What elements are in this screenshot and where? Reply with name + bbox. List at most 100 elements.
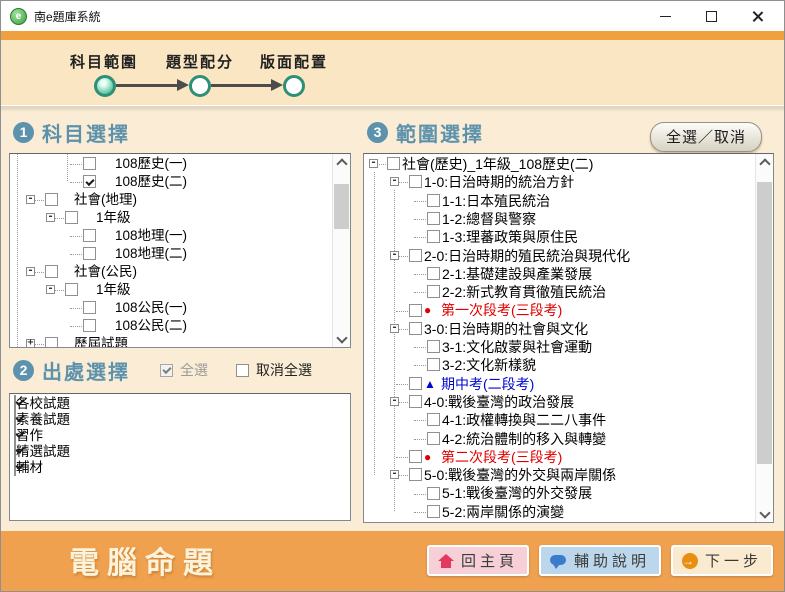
checkbox[interactable] [427, 285, 440, 298]
tree-label[interactable]: 5-0:戰後臺灣的外交與兩岸關係 [424, 466, 616, 484]
checkbox[interactable] [409, 249, 422, 262]
checkbox[interactable] [427, 432, 440, 445]
expand-icon[interactable]: + [26, 339, 35, 348]
tree-row[interactable]: 3-2:文化新樣貌 [364, 356, 755, 374]
checkbox[interactable] [427, 267, 440, 280]
checkbox[interactable] [409, 450, 422, 463]
checkbox[interactable] [409, 468, 422, 481]
checkbox[interactable] [427, 340, 440, 353]
checkbox[interactable] [45, 265, 58, 278]
tree-row[interactable]: 108地理(二) [10, 245, 332, 263]
tree-row[interactable]: -1年級 [10, 281, 332, 299]
checkbox[interactable] [83, 175, 96, 188]
tree-label[interactable]: 2-1:基礎建設與產業發展 [442, 265, 592, 283]
checkbox[interactable] [427, 212, 440, 225]
tree-row[interactable]: 108公民(二) [10, 317, 332, 335]
tree-label[interactable]: 108地理(一) [115, 227, 187, 245]
tree-row[interactable]: 5-1:戰後臺灣的外交發展 [364, 484, 755, 502]
scroll-down-icon[interactable] [756, 506, 773, 522]
tree-label[interactable]: 5-2:兩岸關係的演變 [442, 503, 564, 521]
collapse-icon[interactable]: - [46, 213, 55, 222]
next-step-button[interactable]: → 下一步 [671, 545, 773, 576]
tree-row[interactable]: 5-2:兩岸關係的演變 [364, 503, 755, 521]
tree-label[interactable]: 1-3:理蕃政策與原住民 [442, 228, 578, 246]
collapse-icon[interactable]: - [390, 251, 399, 260]
tree-label[interactable]: 3-2:文化新樣貌 [442, 356, 536, 374]
list-item[interactable]: 輔材 [14, 460, 346, 476]
tree-label[interactable]: 期中考(二段考) [441, 375, 534, 393]
tree-label[interactable]: 108公民(一) [115, 299, 187, 317]
tree-row[interactable]: 108歷史(二) [10, 173, 332, 191]
checkbox[interactable] [45, 337, 58, 348]
tree-label[interactable]: 3-1:文化啟蒙與社會運動 [442, 338, 592, 356]
checkbox[interactable] [409, 395, 422, 408]
tree-label[interactable]: 108地理(二) [115, 245, 187, 263]
collapse-icon[interactable]: - [390, 324, 399, 333]
tree-label[interactable]: 2-0:日治時期的殖民統治與現代化 [424, 247, 630, 265]
checkbox[interactable] [83, 229, 96, 242]
tree-row[interactable]: 2-1:基礎建設與產業發展 [364, 265, 755, 283]
tree-row[interactable]: - 3-0:日治時期的社會與文化 [364, 320, 755, 338]
tree-row[interactable]: - 5-0:戰後臺灣的外交與兩岸關係 [364, 466, 755, 484]
checkbox[interactable] [409, 175, 422, 188]
checkbox[interactable] [427, 487, 440, 500]
tree-label[interactable]: 4-1:政權轉換與二二八事件 [442, 411, 606, 429]
tree-row[interactable]: 108地理(一) [10, 227, 332, 245]
tree-row[interactable]: - 1-0:日治時期的統治方針 [364, 173, 755, 191]
tree-label[interactable]: 社會(公民) [74, 263, 137, 281]
tree-label[interactable]: 第一次段考(三段考) [441, 301, 562, 319]
tree-label[interactable]: 1-1:日本殖民統治 [442, 192, 550, 210]
scroll-up-icon[interactable] [333, 154, 350, 170]
tree-label[interactable]: 108歷史(二) [115, 173, 187, 191]
checkbox[interactable] [427, 194, 440, 207]
tree-label[interactable]: 歷屆試題 [74, 335, 128, 348]
tree-label[interactable]: 1-2:總督與警察 [442, 210, 536, 228]
checkbox[interactable] [409, 304, 422, 317]
scrollbar[interactable] [755, 154, 773, 522]
tree-row[interactable]: - 2-0:日治時期的殖民統治與現代化 [364, 247, 755, 265]
tree-label[interactable]: 108歷史(一) [115, 155, 187, 173]
tree-label[interactable]: 3-0:日治時期的社會與文化 [424, 320, 588, 338]
scrollbar-thumb[interactable] [757, 182, 772, 464]
collapse-icon[interactable]: - [390, 470, 399, 479]
tree-row[interactable]: 1-2:總督與警察 [364, 210, 755, 228]
tree-row[interactable]: 1-1:日本殖民統治 [364, 192, 755, 210]
select-all-checkbox[interactable]: 全選 [160, 360, 208, 380]
collapse-icon[interactable]: - [390, 397, 399, 406]
tree-row[interactable]: 108公民(一) [10, 299, 332, 317]
checkbox[interactable] [83, 157, 96, 170]
list-item[interactable]: 精選試題 [14, 444, 346, 460]
tree-row[interactable]: ●第一次段考(三段考) [364, 301, 755, 319]
tree-row[interactable]: 2-2:新式教育貫徹殖民統治 [364, 283, 755, 301]
tree-label[interactable]: 社會(地理) [74, 191, 137, 209]
tree-label[interactable]: 社會(歷史)_1年級_108歷史(二) [402, 155, 593, 173]
scroll-down-icon[interactable] [333, 331, 350, 347]
checkbox[interactable] [427, 505, 440, 518]
tree-row[interactable]: ●第二次段考(三段考) [364, 448, 755, 466]
select-all-toggle-button[interactable]: 全選／取消 [650, 122, 762, 152]
tree-row[interactable]: -1年級 [10, 209, 332, 227]
tree-row[interactable]: 108歷史(一) [10, 155, 332, 173]
tree-label[interactable]: 5-1:戰後臺灣的外交發展 [442, 484, 592, 502]
tree-label[interactable]: 108公民(二) [115, 317, 187, 335]
checkbox[interactable] [427, 413, 440, 426]
scroll-up-icon[interactable] [756, 154, 773, 170]
tree-row[interactable]: - 4-0:戰後臺灣的政治發展 [364, 393, 755, 411]
tree-row[interactable]: -社會(地理) [10, 191, 332, 209]
deselect-all-checkbox[interactable]: 取消全選 [236, 360, 312, 380]
tree-row[interactable]: 3-1:文化啟蒙與社會運動 [364, 338, 755, 356]
tree-label[interactable]: 4-0:戰後臺灣的政治發展 [424, 393, 574, 411]
collapse-icon[interactable]: - [369, 159, 378, 168]
list-item-label[interactable]: 精選試題 [16, 444, 70, 459]
list-item-label[interactable]: 素養試題 [16, 412, 70, 427]
tree-label[interactable]: 1-0:日治時期的統治方針 [424, 173, 574, 191]
help-button[interactable]: 輔助說明 [539, 545, 661, 576]
tree-row[interactable]: ▲期中考(二段考) [364, 375, 755, 393]
tree-label[interactable]: 1年級 [96, 281, 131, 299]
list-item-label[interactable]: 各校試題 [16, 396, 70, 411]
collapse-icon[interactable]: - [390, 177, 399, 186]
minimize-button[interactable] [642, 1, 688, 31]
tree-row[interactable]: - 社會(歷史)_1年級_108歷史(二) [364, 155, 755, 173]
maximize-button[interactable] [688, 1, 734, 31]
checkbox[interactable] [65, 211, 78, 224]
